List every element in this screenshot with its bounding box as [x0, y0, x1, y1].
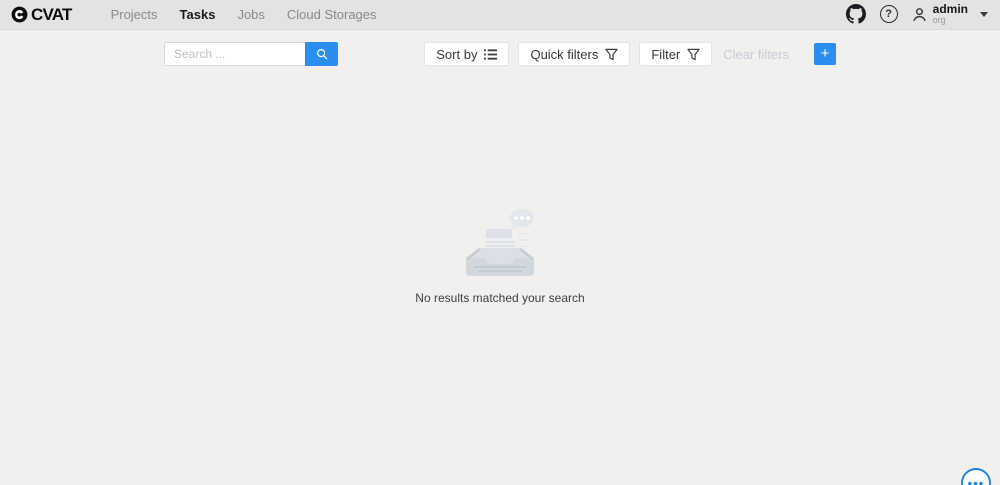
user-names: admin org — [933, 3, 968, 26]
clear-filters-link[interactable]: Clear filters — [723, 47, 789, 62]
list-sort-icon — [484, 48, 497, 61]
tasks-toolbar: Sort by Quick filters Fil — [164, 42, 836, 66]
organization-label: org — [933, 16, 968, 26]
nav-item-cloud-storages[interactable]: Cloud Storages — [276, 7, 388, 22]
github-icon[interactable] — [845, 3, 867, 25]
nav-item-tasks[interactable]: Tasks — [169, 7, 227, 22]
search-input[interactable] — [164, 42, 305, 66]
feedback-widget-button[interactable]: ••• — [961, 468, 991, 485]
search-button[interactable] — [305, 42, 338, 66]
filter-button[interactable]: Filter — [639, 42, 712, 66]
cvat-logo[interactable]: CVAT — [10, 5, 72, 25]
header-right-section: ? admin org — [845, 3, 988, 26]
chevron-down-icon — [980, 12, 988, 17]
main-nav: Projects Tasks Jobs Cloud Storages — [100, 7, 388, 22]
empty-state: No results matched your search — [0, 206, 1000, 305]
funnel-icon — [687, 48, 700, 61]
cvat-logo-icon — [10, 5, 29, 24]
filter-label: Filter — [651, 47, 680, 62]
nav-item-projects[interactable]: Projects — [100, 7, 169, 22]
help-question-glyph: ? — [880, 5, 898, 23]
empty-inbox-icon — [456, 206, 544, 278]
user-icon — [911, 6, 928, 23]
empty-state-message: No results matched your search — [415, 291, 584, 305]
sort-by-button[interactable]: Sort by — [424, 42, 509, 66]
search-icon — [315, 47, 329, 61]
nav-item-jobs[interactable]: Jobs — [226, 7, 275, 22]
help-icon[interactable]: ? — [878, 3, 900, 25]
quick-filters-button[interactable]: Quick filters — [518, 42, 630, 66]
sort-by-label: Sort by — [436, 47, 477, 62]
search-group — [164, 42, 338, 66]
funnel-icon — [605, 48, 618, 61]
filter-controls: Sort by Quick filters Fil — [424, 42, 836, 66]
ellipsis-icon: ••• — [963, 479, 989, 485]
cvat-logo-text: CVAT — [31, 5, 72, 25]
quick-filters-label: Quick filters — [530, 47, 598, 62]
user-menu[interactable]: admin org — [911, 3, 988, 26]
top-navigation-bar: CVAT Projects Tasks Jobs Cloud Storages … — [0, 0, 1000, 30]
add-task-button[interactable]: + — [814, 43, 836, 65]
